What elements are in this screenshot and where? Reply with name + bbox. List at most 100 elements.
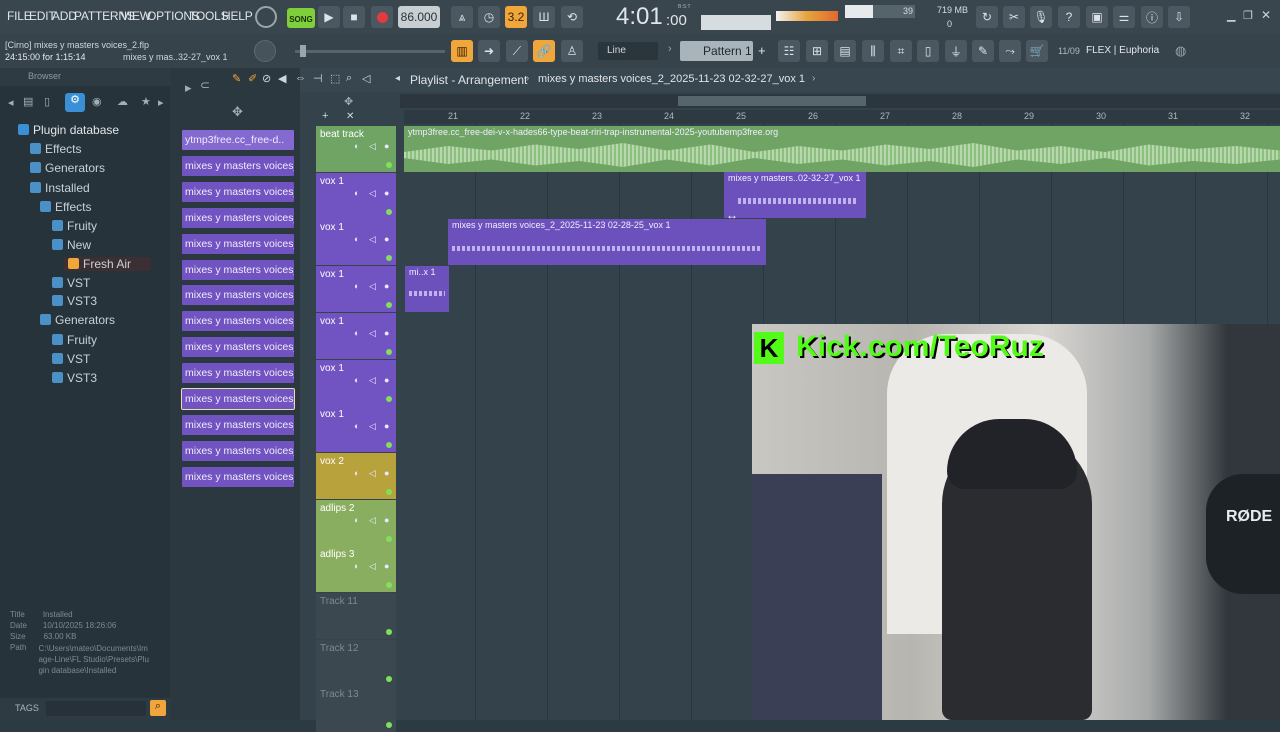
track-led[interactable] bbox=[386, 302, 392, 309]
clip-beat[interactable]: ytmp3free.cc_free-dei-v-x-hades66-type-b… bbox=[404, 126, 1280, 172]
play-button[interactable]: ▶ bbox=[318, 6, 340, 28]
clip-vox-1c[interactable]: mi..x 1 bbox=[405, 266, 449, 312]
zoom-icon[interactable]: ⌕ bbox=[346, 72, 352, 85]
solo-icon[interactable]: ◁ bbox=[369, 421, 376, 432]
brush-icon[interactable]: ✎ bbox=[232, 72, 241, 85]
loop-record-button[interactable]: ⟲ bbox=[561, 6, 583, 28]
tempo-display[interactable]: 86.000 bbox=[398, 6, 440, 28]
tree-item[interactable]: Generators bbox=[40, 313, 115, 327]
mixer-view-button[interactable]: ⫼ bbox=[862, 40, 884, 62]
browser-toggle-button[interactable]: ▯ bbox=[917, 40, 939, 62]
channel-item[interactable]: mixes y masters voices_2.. bbox=[182, 259, 294, 280]
record-icon[interactable]: ● bbox=[384, 468, 389, 478]
mute-icon[interactable]: ◐ bbox=[354, 421, 359, 431]
mute-icon[interactable]: ◐ bbox=[354, 281, 359, 291]
solo-icon[interactable]: ◁ bbox=[369, 375, 376, 386]
select-icon[interactable]: ⬚ bbox=[330, 72, 340, 85]
draw-tool-button[interactable]: ⟋ bbox=[506, 40, 528, 62]
record-icon[interactable]: ● bbox=[384, 141, 389, 151]
search-icon[interactable]: ⌕ bbox=[150, 700, 166, 716]
help-button[interactable]: ? bbox=[1058, 6, 1080, 28]
track-header[interactable]: vox 1 ◐ ◁ ● bbox=[316, 172, 396, 219]
save-button[interactable]: ▣ bbox=[1086, 6, 1108, 28]
mute-icon[interactable]: ◐ bbox=[354, 468, 359, 478]
menu-help[interactable]: HELP bbox=[222, 9, 253, 23]
channel-item[interactable]: mixes y masters voices_2.. bbox=[182, 207, 294, 228]
record-icon[interactable]: ● bbox=[384, 375, 389, 385]
scrollbar-thumb[interactable] bbox=[678, 96, 866, 106]
timeline-ruler[interactable]: 21 22 23 24 25 26 27 28 29 30 31 32 bbox=[404, 110, 1280, 124]
mute-icon[interactable]: ◀ bbox=[278, 72, 286, 85]
globe-icon[interactable]: ◍ bbox=[1175, 43, 1186, 59]
solo-icon[interactable]: ◁ bbox=[369, 515, 376, 526]
record-icon[interactable]: ● bbox=[384, 234, 389, 244]
track-header[interactable]: vox 2 ◐ ◁ ● bbox=[316, 452, 396, 499]
tree-item[interactable]: Fresh Air bbox=[64, 257, 152, 271]
song-mode-toggle[interactable]: SONG bbox=[287, 8, 315, 28]
record-icon[interactable]: ● bbox=[384, 281, 389, 291]
tree-item[interactable]: VST bbox=[52, 352, 90, 366]
speaker-icon[interactable]: ◁ bbox=[362, 72, 370, 85]
track-header[interactable]: Track 11 bbox=[316, 593, 396, 639]
track-led[interactable] bbox=[386, 629, 392, 635]
countdown-button[interactable]: 3.2 bbox=[505, 6, 527, 28]
pitch-slider-handle[interactable] bbox=[300, 45, 306, 57]
add-track-icon[interactable]: + bbox=[322, 110, 328, 122]
mute-icon[interactable]: ◐ bbox=[354, 141, 359, 151]
piano-roll-button[interactable]: ▤ bbox=[834, 40, 856, 62]
plugin-picker-button[interactable]: ⌗ bbox=[890, 40, 912, 62]
solo-icon[interactable]: ◁ bbox=[369, 188, 376, 199]
tree-item[interactable]: VST3 bbox=[52, 294, 97, 308]
pitch-slider[interactable] bbox=[295, 45, 445, 57]
clip-vox-1a[interactable]: mixes y masters..02-32-27_vox 1 bbox=[724, 172, 866, 218]
wait-input-button[interactable]: ◷ bbox=[478, 6, 500, 28]
download-button[interactable]: ⇩ bbox=[1168, 6, 1190, 28]
track-led[interactable] bbox=[386, 488, 392, 495]
track-led[interactable] bbox=[386, 162, 392, 168]
tree-root[interactable]: Plugin database bbox=[18, 123, 119, 137]
solo-icon[interactable]: ◁ bbox=[369, 234, 376, 245]
circle-icon[interactable]: ◉ bbox=[92, 95, 102, 108]
shop-button[interactable]: 🛒 bbox=[1026, 40, 1048, 62]
clip-vox-1b[interactable]: mixes y masters voices_2_2025-11-23 02-2… bbox=[448, 219, 766, 265]
options-arrow-icon[interactable]: ◂ bbox=[395, 73, 400, 84]
tree-item[interactable]: New bbox=[52, 238, 91, 252]
tree-item[interactable]: VST3 bbox=[52, 371, 97, 385]
magnet-icon[interactable]: ⊂ bbox=[200, 78, 210, 92]
track-header[interactable]: Track 12 bbox=[316, 639, 396, 686]
pattern-prev-icon[interactable]: › bbox=[668, 43, 676, 59]
tempo-tap-button[interactable]: ⤳ bbox=[999, 40, 1021, 62]
star-icon[interactable]: ★ bbox=[141, 95, 151, 108]
channel-item[interactable]: mixes y masters voices_2.. bbox=[182, 363, 294, 384]
track-led[interactable] bbox=[386, 675, 392, 682]
channel-rack-button[interactable]: ⊞ bbox=[806, 40, 828, 62]
playlist-button[interactable]: ☷ bbox=[778, 40, 800, 62]
solo-icon[interactable]: ◁ bbox=[369, 468, 376, 479]
close-icon[interactable]: ✕ bbox=[1261, 8, 1271, 22]
tree-item[interactable]: Fruity bbox=[52, 219, 97, 233]
tags-input[interactable] bbox=[46, 701, 146, 716]
mute-icon[interactable]: ◐ bbox=[354, 561, 359, 571]
track-header[interactable]: vox 1 ◐ ◁ ● bbox=[316, 219, 396, 266]
channel-item[interactable]: mixes y masters voices_2.. bbox=[181, 388, 295, 410]
menu-file[interactable]: FILE bbox=[7, 9, 32, 23]
track-header[interactable]: Track 13 bbox=[316, 686, 396, 732]
plugin-db-icon[interactable]: ⚙ bbox=[65, 93, 85, 112]
mute-icon[interactable]: ◐ bbox=[354, 234, 359, 244]
channel-item[interactable]: mixes y masters voices_2.. bbox=[182, 337, 294, 358]
solo-icon[interactable]: ◁ bbox=[369, 141, 376, 152]
channel-item[interactable]: mixes y masters voices_2.. bbox=[182, 233, 294, 254]
track-led[interactable] bbox=[386, 442, 392, 449]
stop-button[interactable]: ■ bbox=[343, 6, 365, 28]
playlist-view-button[interactable]: ▥ bbox=[451, 40, 473, 62]
track-header[interactable]: vox 1 ◐ ◁ ● bbox=[316, 266, 396, 313]
track-led[interactable] bbox=[386, 395, 392, 402]
plugin-button[interactable]: ⏚ bbox=[945, 40, 967, 62]
track-header[interactable]: adlips 2 ◐ ◁ ● bbox=[316, 499, 396, 546]
channel-item[interactable]: ytmp3free.cc_free-d.. bbox=[182, 130, 294, 150]
mute-icon[interactable]: ◐ bbox=[354, 515, 359, 525]
plugin-news[interactable]: FLEX | Euphoria bbox=[1086, 45, 1159, 56]
horizontal-scrollbar[interactable] bbox=[400, 94, 1280, 108]
channel-item[interactable]: mixes y masters voices_2.. bbox=[182, 311, 294, 332]
mic-button[interactable]: 🎙 bbox=[1030, 6, 1052, 28]
